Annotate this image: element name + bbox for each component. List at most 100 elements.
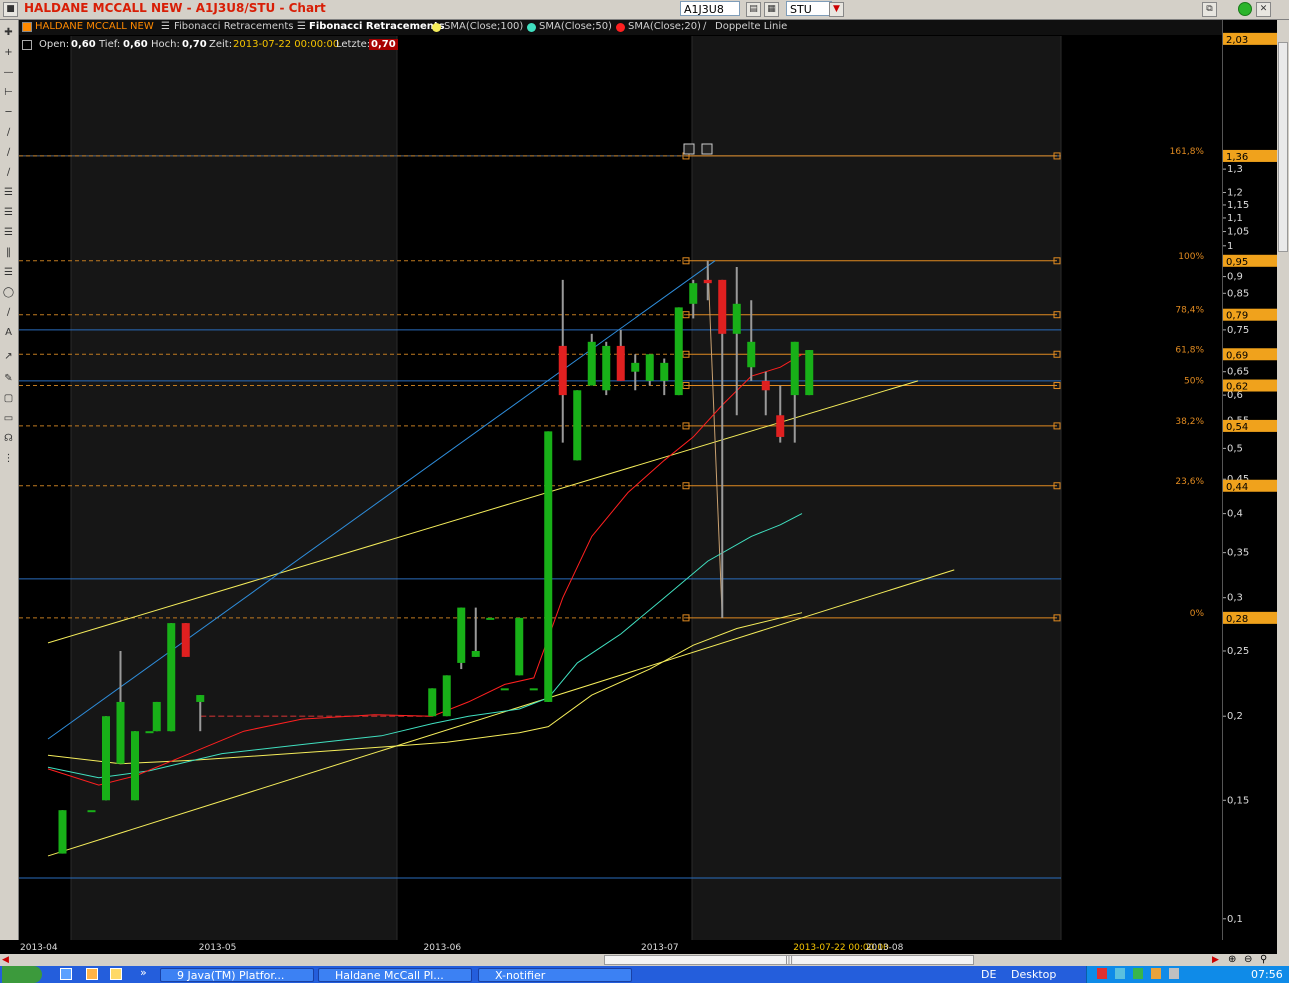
tray-security-icon[interactable] bbox=[1097, 968, 1107, 979]
parallel-lines-icon[interactable]: ∕ bbox=[2, 166, 15, 179]
tray-update-icon[interactable] bbox=[1133, 968, 1143, 979]
fibonacci-fan-icon[interactable]: ☰ bbox=[2, 206, 15, 219]
text-tool-icon[interactable]: A bbox=[2, 326, 15, 339]
candle-body bbox=[167, 623, 176, 732]
trend-channel-icon[interactable]: ∕ bbox=[2, 146, 15, 159]
fibonacci-icon[interactable]: ☰ bbox=[2, 186, 15, 199]
zoom-in-icon[interactable]: ⊕ bbox=[1228, 954, 1236, 965]
legend-double-line[interactable]: Doppelte Linie bbox=[715, 21, 787, 32]
x-tick-label: 2013-05 bbox=[199, 943, 237, 953]
arc-icon[interactable]: ◯ bbox=[2, 286, 15, 299]
candle-body bbox=[529, 688, 538, 691]
candle-body bbox=[500, 688, 509, 691]
quicklaunch-more-icon[interactable]: » bbox=[140, 966, 147, 979]
legend-sma100[interactable]: SMA(Close;100) bbox=[444, 21, 523, 32]
candle-body bbox=[544, 431, 553, 702]
arrow-icon[interactable]: ↗ bbox=[2, 350, 15, 363]
price-tag-label: 0,95 bbox=[1226, 257, 1248, 268]
y-tick-label: 0,5 bbox=[1227, 443, 1243, 454]
y-tick-label: 0,4 bbox=[1227, 509, 1243, 520]
low-label: Tief: bbox=[99, 39, 121, 50]
legend-series-name[interactable]: HALDANE MCCALL NEW bbox=[35, 21, 154, 32]
tray-network-icon[interactable] bbox=[1115, 968, 1125, 979]
taskbar: » 9 Java(TM) Platfor... Haldane McCall P… bbox=[0, 966, 1289, 983]
eraser-icon[interactable]: ▭ bbox=[2, 412, 15, 425]
candle-body bbox=[645, 354, 654, 381]
horizontal-ray-icon[interactable]: ⊢ bbox=[2, 86, 15, 99]
quicklaunch-explorer-icon[interactable] bbox=[86, 968, 98, 980]
gann-icon[interactable]: ☰ bbox=[2, 226, 15, 239]
horizontal-scrollbar[interactable]: ◀ ||| ▶ ⊕ ⊖ ⚲ bbox=[0, 954, 1289, 966]
scroll-right-icon[interactable]: ▶ bbox=[1212, 955, 1219, 965]
restore-window-icon[interactable]: ⧉ bbox=[1202, 2, 1217, 17]
horizontal-scroll-thumb[interactable]: ||| bbox=[604, 955, 974, 965]
symbol-input[interactable]: A1J3U8 bbox=[680, 1, 740, 16]
candle-body bbox=[674, 307, 683, 396]
legend-sma50[interactable]: SMA(Close;50) bbox=[539, 21, 612, 32]
more-icon[interactable]: ⋮ bbox=[2, 452, 15, 465]
zoom-out-icon[interactable]: ⊖ bbox=[1244, 954, 1252, 965]
quicklaunch-media-icon[interactable] bbox=[110, 968, 122, 980]
fibonacci-icon: ☰ bbox=[161, 21, 170, 32]
language-indicator[interactable]: DE bbox=[981, 968, 996, 981]
legend-fibonacci-1[interactable]: Fibonacci Retracements bbox=[174, 21, 294, 32]
vertical-lines-icon[interactable]: ‖ bbox=[2, 246, 15, 259]
symbol-settings-icon[interactable]: ▦ bbox=[764, 2, 779, 17]
fib-anchor-handle bbox=[683, 143, 695, 155]
time-value: 2013-07-22 00:00:00 bbox=[233, 39, 340, 50]
zoom-fit-icon[interactable]: ⚲ bbox=[1260, 954, 1267, 965]
y-tick-label: 0,2 bbox=[1227, 711, 1243, 722]
connection-status-icon bbox=[1238, 2, 1252, 16]
y-tick-label: 0,25 bbox=[1227, 646, 1249, 657]
tray-app-icon[interactable] bbox=[1151, 968, 1161, 979]
exchange-select[interactable]: STU bbox=[786, 1, 832, 16]
crosshair-icon[interactable]: ✚ bbox=[2, 26, 15, 39]
price-tag-label: 0,79 bbox=[1226, 311, 1248, 322]
time-axis[interactable]: 2013-04 2013-05 2013-06 2013-07 2013-07-22 0… bbox=[19, 940, 1222, 954]
taskbar-item-java[interactable]: 9 Java(TM) Platfor... bbox=[160, 968, 314, 982]
close-icon[interactable]: ✕ bbox=[1256, 2, 1271, 17]
candle-body bbox=[152, 701, 161, 732]
window-menu-icon[interactable]: ■ bbox=[3, 2, 18, 17]
vertical-scrollbar[interactable] bbox=[1277, 20, 1289, 960]
ruler-icon[interactable]: ▢ bbox=[2, 392, 15, 405]
taskbar-item-browser[interactable]: Haldane McCall Pl... bbox=[318, 968, 472, 982]
horizontal-line-icon[interactable]: — bbox=[2, 66, 15, 79]
price-tag-label: 0,69 bbox=[1226, 350, 1248, 361]
cart-icon[interactable]: ☊ bbox=[2, 432, 15, 445]
y-tick-label: 1,15 bbox=[1227, 200, 1249, 211]
cross-icon[interactable]: + bbox=[2, 46, 15, 59]
legend-sma20[interactable]: SMA(Close;20) bbox=[628, 21, 701, 32]
trendline-icon[interactable]: ─ bbox=[2, 106, 15, 119]
candle-body bbox=[131, 731, 139, 801]
fib-level-label: 78,4% bbox=[1175, 306, 1204, 316]
candle-body bbox=[761, 380, 770, 391]
indicator-legend: HALDANE MCCALL NEW ☰ Fibonacci Retraceme… bbox=[19, 20, 1222, 35]
line-segment-icon[interactable]: ∕ bbox=[2, 126, 15, 139]
candle-body bbox=[732, 303, 741, 334]
x-tick-label: 2013-06 bbox=[424, 943, 462, 953]
price-tag-label: 1,36 bbox=[1226, 152, 1248, 163]
last-label: Letzte: bbox=[336, 39, 371, 50]
candle-body bbox=[471, 650, 480, 657]
start-button[interactable] bbox=[2, 966, 42, 983]
open-label: Open: bbox=[39, 39, 70, 50]
taskbar-item-xnotifier[interactable]: X-notifier bbox=[478, 968, 632, 982]
candle-body bbox=[442, 675, 451, 717]
scroll-left-icon[interactable]: ◀ bbox=[2, 955, 9, 965]
high-label: Hoch: bbox=[151, 39, 180, 50]
pitchfork-icon[interactable]: ∕ bbox=[2, 306, 15, 319]
candle-body bbox=[616, 345, 625, 381]
desktop-toolbar[interactable]: Desktop bbox=[1011, 968, 1056, 981]
brush-icon[interactable]: ✎ bbox=[2, 372, 15, 385]
tray-volume-icon[interactable] bbox=[1169, 968, 1179, 979]
cycles-icon[interactable]: ☰ bbox=[2, 266, 15, 279]
legend-fibonacci-2[interactable]: Fibonacci Retracements bbox=[309, 21, 445, 32]
quicklaunch-desktop-icon[interactable] bbox=[60, 968, 72, 980]
symbol-lookup-icon[interactable]: ▤ bbox=[746, 2, 761, 17]
price-chart[interactable]: 161,8% 100% 78,4% 61,8% 50% 38,2% 23,6% 0% bbox=[19, 36, 1222, 940]
chevron-down-icon[interactable]: ▼ bbox=[829, 2, 844, 17]
candle-body bbox=[145, 731, 154, 734]
price-axis[interactable]: 1,31,21,151,11,0510,90,850,750,650,60,55… bbox=[1222, 20, 1277, 940]
vertical-scroll-thumb[interactable] bbox=[1278, 42, 1288, 252]
